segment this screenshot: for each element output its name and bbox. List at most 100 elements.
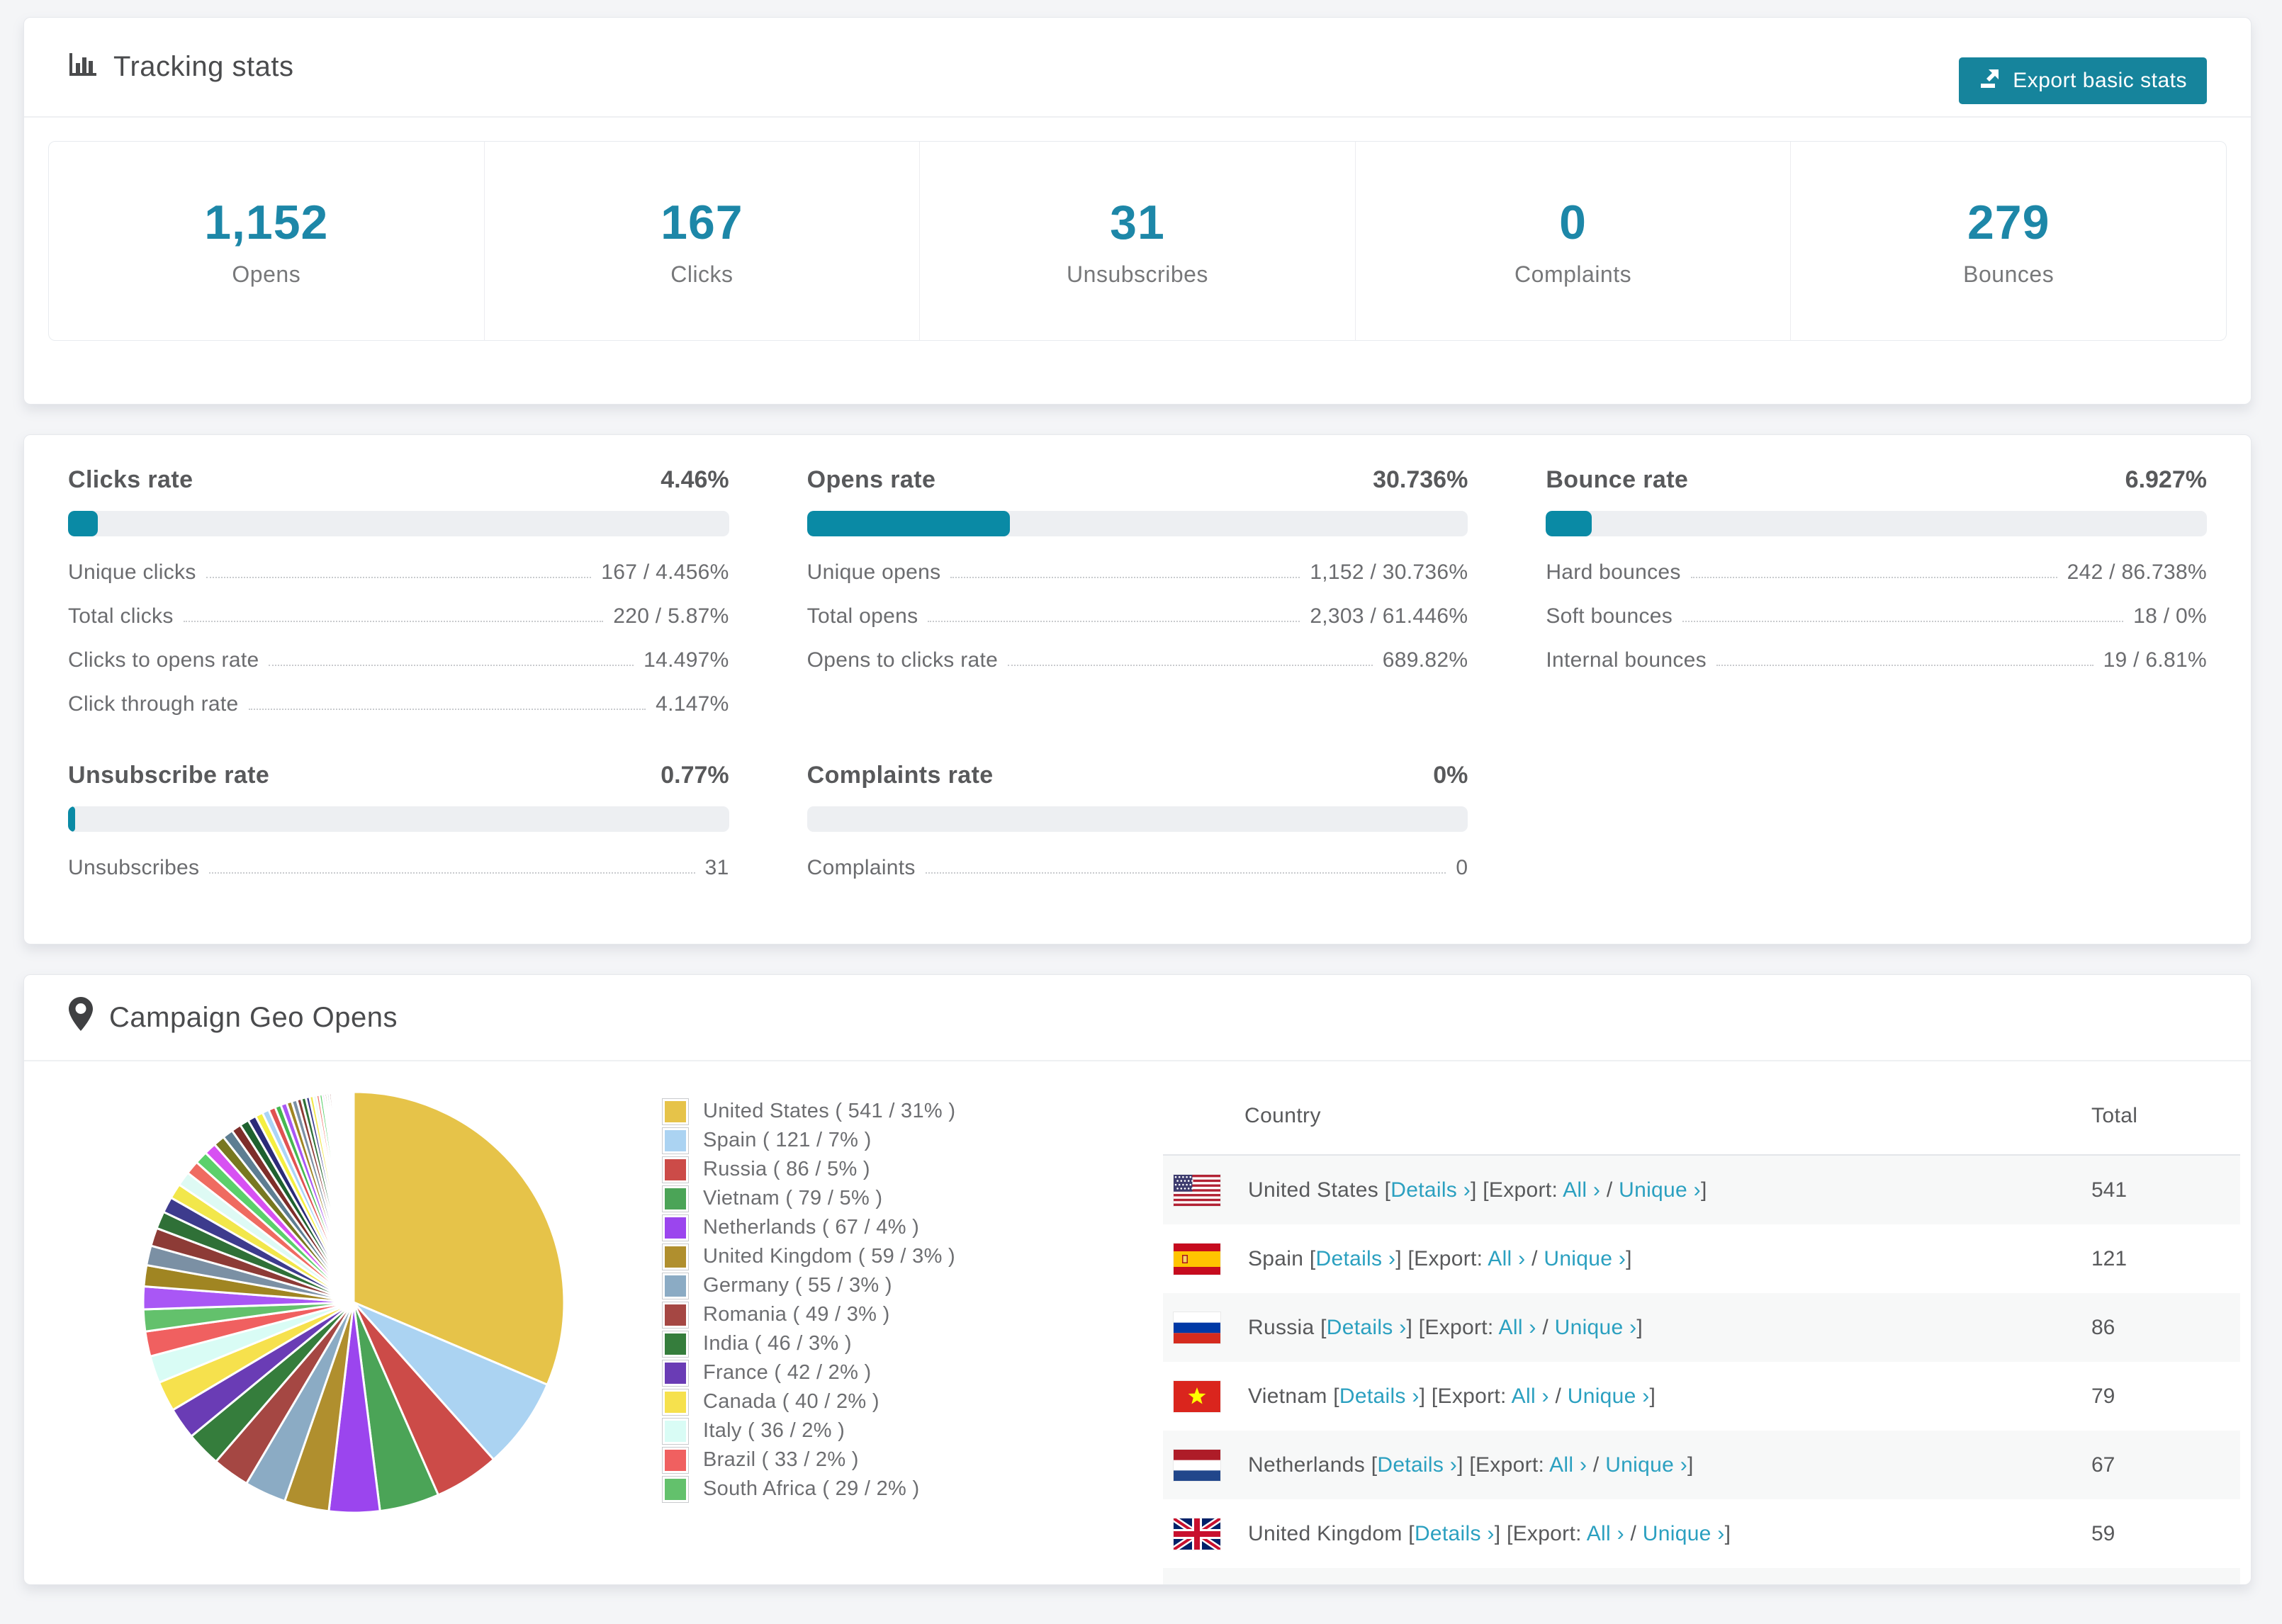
metric-value: 2,303 / 61.446% <box>1310 604 1468 628</box>
details-link-spain[interactable]: Details › <box>1316 1247 1396 1270</box>
export-all-link-united-kingdom[interactable]: All › <box>1587 1522 1624 1545</box>
metric-label: Unique opens <box>806 560 941 584</box>
opens-rate-section: Opens rate 30.736% Unique opens 1,152 / 30.… <box>806 466 1468 716</box>
tracking-stats-card: Tracking stats Export basic stats 1,152 O… <box>23 17 2252 405</box>
legend-swatch <box>662 1185 689 1212</box>
details-link-united-kingdom[interactable]: Details › <box>1415 1522 1495 1545</box>
metric-label: Total clicks <box>68 604 174 628</box>
rate-progress-bar <box>68 806 729 832</box>
geo-opens-table: Country Total United States [Details ›] … <box>1163 1078 2240 1584</box>
export-unique-link-spain[interactable]: Unique › <box>1544 1247 1626 1270</box>
country-name: Russia <box>1248 1315 1315 1339</box>
stat-value: 279 <box>1967 195 2050 249</box>
geo-table-row-united-states: United States [Details ›] [Export: All ›… <box>1163 1156 2240 1224</box>
metric-row: Opens to clicks rate 689.82% <box>807 645 1468 672</box>
metric-value: 0 <box>1456 856 1468 879</box>
flag-vn-icon <box>1174 1380 1220 1412</box>
legend-swatch <box>662 1359 689 1387</box>
export-basic-stats-button[interactable]: Export basic stats <box>1959 57 2207 104</box>
legend-label: Netherlands ( 67 / 4% ) <box>703 1216 920 1239</box>
geo-opens-legend: United States ( 541 / 31% ) Spain ( 121 /… <box>662 1097 955 1504</box>
country-name: United States <box>1248 1178 1379 1202</box>
country-total: 67 <box>2091 1453 2115 1477</box>
complaints-rate-section: Complaints rate 0% Complaints 0 <box>806 762 1468 880</box>
legend-item-russia: Russia ( 86 / 5% ) <box>662 1155 955 1184</box>
export-all-link-united-states[interactable]: All › <box>1563 1178 1600 1202</box>
export-all-link-vietnam[interactable]: All › <box>1512 1385 1549 1408</box>
export-all-link-netherlands[interactable]: All › <box>1549 1453 1587 1477</box>
legend-swatch <box>662 1127 689 1154</box>
stat-tile-unsubscribes: 31 Unsubscribes <box>920 142 1356 340</box>
dotted-leader <box>269 665 634 666</box>
rates-card: Clicks rate 4.46% Unique clicks 167 / 4.456… <box>23 434 2252 944</box>
export-unique-link-united-kingdom[interactable]: Unique › <box>1643 1522 1725 1545</box>
rate-value: 0% <box>1433 762 1468 789</box>
map-pin-icon <box>68 996 94 1039</box>
metric-row: Unique clicks 167 / 4.456% <box>68 558 729 585</box>
details-link-united-states[interactable]: Details › <box>1390 1178 1471 1202</box>
metric-row: Hard bounces 242 / 86.738% <box>1546 558 2207 585</box>
export-unique-link-vietnam[interactable]: Unique › <box>1568 1385 1650 1408</box>
export-button-label: Export basic stats <box>2013 69 2187 92</box>
export-unique-link-united-states[interactable]: Unique › <box>1619 1178 1701 1202</box>
stats-strip: 1,152 Opens 167 Clicks 31 Unsubscribes 0 Compla… <box>48 141 2227 341</box>
metric-label: Internal bounces <box>1546 648 1707 672</box>
metric-label: Complaints <box>806 856 916 879</box>
legend-label: Canada ( 40 / 2% ) <box>703 1390 879 1413</box>
rate-progress-bar <box>68 511 729 536</box>
metric-label: Hard bounces <box>1546 560 1681 584</box>
metric-row: Unsubscribes 31 <box>68 853 729 880</box>
dotted-leader <box>1716 665 2093 666</box>
export-unique-link-netherlands[interactable]: Unique › <box>1605 1453 1687 1477</box>
geo-table-row-germany: Germany [Details ›] [Export: All › / Uni… <box>1163 1568 2240 1584</box>
legend-swatch <box>662 1156 689 1183</box>
legend-swatch <box>662 1475 689 1503</box>
legend-label: France ( 42 / 2% ) <box>703 1361 872 1384</box>
bounce-rate-section: Bounce rate 6.927% Hard bounces 242 / 86.73… <box>1546 466 2207 716</box>
dotted-leader <box>950 577 1300 578</box>
legend-label: Vietnam ( 79 / 5% ) <box>703 1187 883 1209</box>
details-link-vietnam[interactable]: Details › <box>1339 1385 1420 1408</box>
metric-value: 242 / 86.738% <box>2067 560 2207 584</box>
stat-value: 31 <box>1110 195 1165 249</box>
geo-opens-header: Campaign Geo Opens <box>24 975 2251 1061</box>
legend-label: South Africa ( 29 / 2% ) <box>703 1477 920 1500</box>
legend-label: Spain ( 121 / 7% ) <box>703 1129 872 1151</box>
tracking-stats-title: Tracking stats <box>68 49 293 86</box>
stat-label: Opens <box>232 261 301 287</box>
export-all-link-spain[interactable]: All › <box>1488 1247 1525 1270</box>
rates-grid: Clicks rate 4.46% Unique clicks 167 / 4.456… <box>68 466 2207 880</box>
legend-swatch <box>662 1301 689 1329</box>
tracking-stats-page: { "page": { "background": "#f4f5f7", "ac… <box>0 0 2282 1624</box>
metric-row: Total opens 2,303 / 61.446% <box>807 602 1468 628</box>
export-unique-link-russia[interactable]: Unique › <box>1555 1316 1637 1339</box>
dotted-leader <box>925 872 1446 874</box>
details-link-netherlands[interactable]: Details › <box>1377 1453 1457 1477</box>
legend-swatch <box>662 1446 689 1474</box>
legend-swatch <box>662 1243 689 1270</box>
metric-row: Internal bounces 19 / 6.81% <box>1546 645 2207 672</box>
dotted-leader <box>206 577 592 578</box>
stat-tile-bounces: 279 Bounces <box>1791 142 2226 340</box>
stat-value: 1,152 <box>204 195 329 249</box>
geo-opens-title-text: Campaign Geo Opens <box>109 1001 398 1033</box>
flag-ru-icon <box>1174 1312 1220 1343</box>
legend-swatch <box>662 1388 689 1416</box>
legend-label: Russia ( 86 / 5% ) <box>703 1158 870 1180</box>
rate-title: Unsubscribe rate <box>68 762 270 789</box>
page-title: Tracking stats <box>113 51 294 82</box>
country-name: Netherlands <box>1248 1453 1366 1477</box>
clicks-rate-section: Clicks rate 4.46% Unique clicks 167 / 4.456… <box>68 466 729 716</box>
legend-label: United States ( 541 / 31% ) <box>703 1100 956 1122</box>
export-all-link-russia[interactable]: All › <box>1499 1316 1536 1339</box>
geo-table-row-united-kingdom: United Kingdom [Details ›] [Export: All … <box>1163 1499 2240 1568</box>
legend-label: Brazil ( 33 / 2% ) <box>703 1448 859 1471</box>
metric-label: Click through rate <box>68 692 239 716</box>
legend-item-netherlands: Netherlands ( 67 / 4% ) <box>662 1213 955 1242</box>
metric-value: 1,152 / 30.736% <box>1310 560 1468 584</box>
dotted-leader <box>183 621 604 622</box>
geo-table-row-russia: Russia [Details ›] [Export: All › / Uniq… <box>1163 1293 2240 1362</box>
legend-item-canada: Canada ( 40 / 2% ) <box>662 1387 955 1416</box>
legend-item-spain: Spain ( 121 / 7% ) <box>662 1126 955 1155</box>
details-link-russia[interactable]: Details › <box>1327 1316 1407 1339</box>
